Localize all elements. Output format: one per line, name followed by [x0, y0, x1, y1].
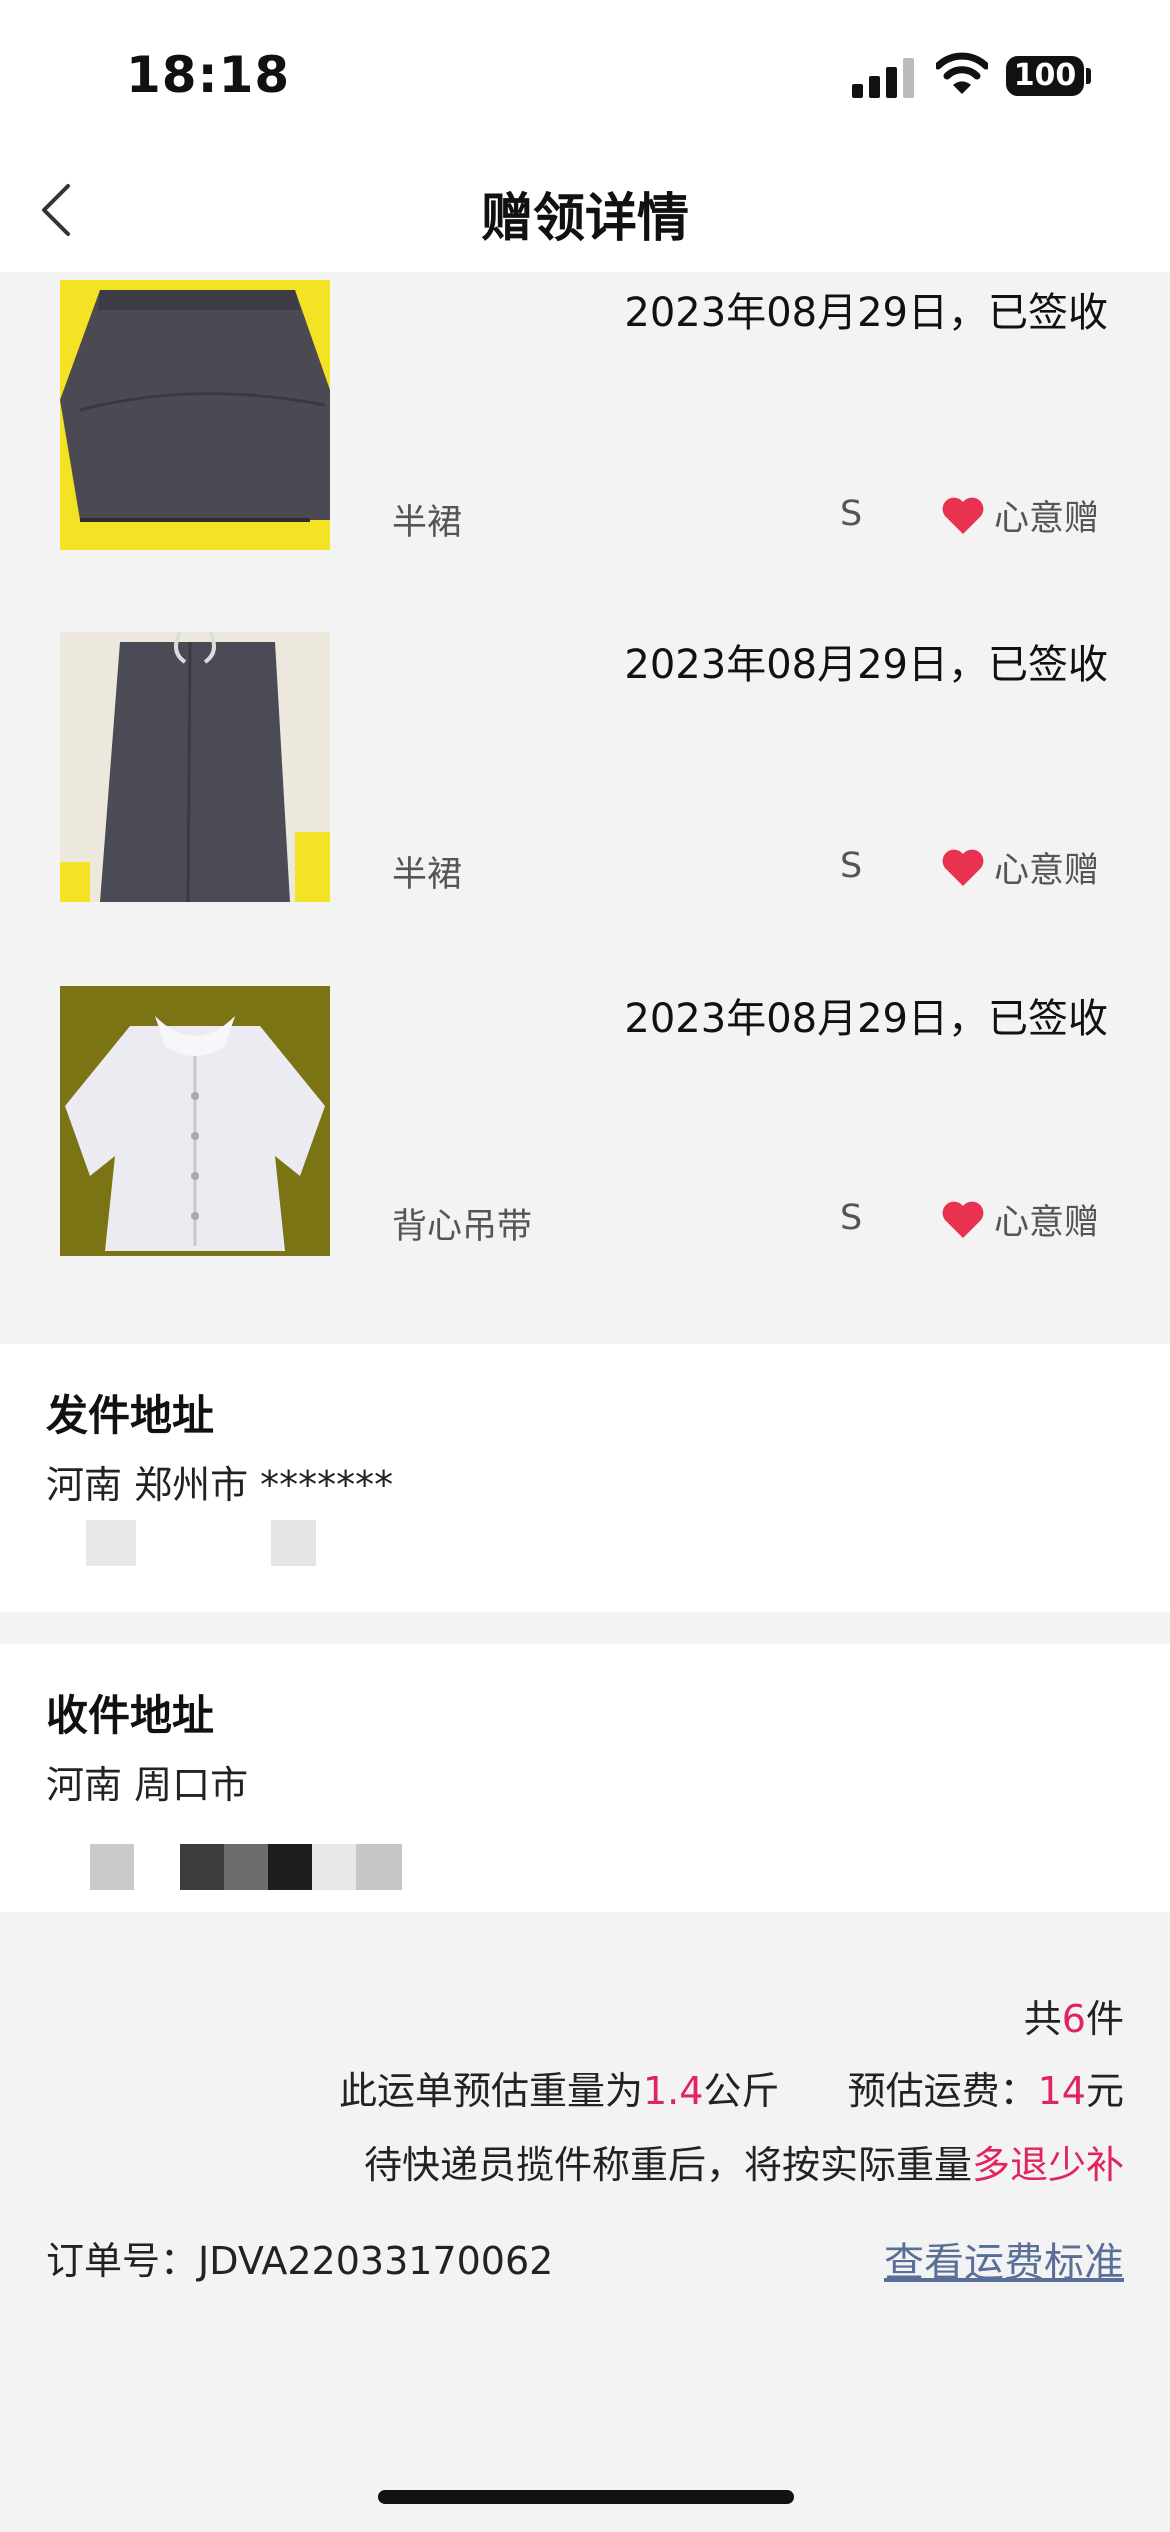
- battery-cap: [1086, 68, 1091, 84]
- receiver-address-line: 河南 周口市: [46, 1763, 249, 1807]
- sender-address-line: 河南 郑州市 *******: [46, 1463, 394, 1507]
- count-suffix: 件: [1085, 1997, 1124, 2041]
- item-tag-label: 心意赠: [994, 851, 1100, 891]
- receiver-address-card: 收件地址 河南 周口市: [0, 1644, 1170, 1912]
- item-category: 背心吊带: [392, 1207, 533, 1247]
- order-number-value: JDVA22033170062: [198, 2239, 554, 2283]
- note-prefix: 待快递员揽件称重后，将按实际重量: [363, 2143, 972, 2187]
- nav-bar: 赠领详情: [0, 150, 1170, 272]
- heart-icon: [942, 849, 984, 886]
- count-value: 6: [1061, 1997, 1086, 2041]
- status-time: 18:18: [126, 46, 291, 104]
- redacted-text: [46, 1520, 386, 1566]
- view-fee-standard-link[interactable]: 查看运费标准: [884, 2230, 1124, 2288]
- heart-icon: [942, 497, 984, 534]
- page-title: 赠领详情: [480, 189, 689, 249]
- item-tag-label: 心意赠: [994, 1203, 1100, 1243]
- weight-fee-line: 此运单预估重量为1.4公斤 预估运费：14元: [339, 2060, 1124, 2115]
- heart-icon: [942, 1201, 984, 1238]
- battery-icon: 100: [1006, 56, 1084, 96]
- item-tag: 心意赠: [940, 490, 1099, 541]
- item-size: S: [840, 494, 863, 534]
- item-status-date: 2023年08月29日，已签收: [624, 290, 1108, 336]
- wifi-icon: [936, 52, 988, 94]
- redacted-text: [46, 1844, 406, 1890]
- product-image: [60, 986, 330, 1256]
- item-category: 半裙: [392, 503, 463, 543]
- cellular-signal-icon: [852, 58, 916, 98]
- count-prefix: 共: [1023, 1997, 1062, 2041]
- item-size: S: [840, 1198, 863, 1238]
- item-size: S: [840, 846, 863, 886]
- item-tag: 心意赠: [940, 842, 1099, 893]
- item-category: 半裙: [392, 855, 463, 895]
- weight-note: 待快递员揽件称重后，将按实际重量多退少补: [364, 2134, 1124, 2189]
- fee-prefix: 预估运费：: [847, 2069, 1038, 2113]
- order-number: 订单号：JDVA22033170062: [46, 2230, 553, 2285]
- fee-unit: 元: [1085, 2069, 1124, 2113]
- home-indicator: [378, 2490, 794, 2504]
- item-tag: 心意赠: [940, 1194, 1099, 1245]
- order-label: 订单号：: [46, 2239, 199, 2283]
- weight-prefix: 此运单预估重量为: [338, 2069, 643, 2113]
- fee-value: 14: [1037, 2069, 1086, 2113]
- item-status-date: 2023年08月29日，已签收: [624, 996, 1108, 1042]
- item-status-date: 2023年08月29日，已签收: [624, 642, 1108, 688]
- list-item[interactable]: 2023年08月29日，已签收 半裙 S 心意赠: [0, 272, 1170, 602]
- note-highlight: 多退少补: [971, 2143, 1124, 2187]
- product-image: [60, 632, 330, 902]
- product-image: [60, 280, 330, 550]
- list-item[interactable]: 2023年08月29日，已签收 背心吊带 S 心意赠: [0, 952, 1170, 1342]
- weight-value: 1.4: [642, 2069, 704, 2113]
- status-bar: 18:18 100: [0, 0, 1170, 150]
- weight-unit: 公斤: [703, 2069, 780, 2113]
- item-count: 共6件: [1024, 1988, 1124, 2043]
- item-tag-label: 心意赠: [994, 499, 1100, 539]
- sender-address-card: 发件地址 河南 郑州市 *******: [0, 1344, 1170, 1612]
- sender-address-title: 发件地址: [46, 1391, 215, 1440]
- list-item[interactable]: 2023年08月29日，已签收 半裙 S 心意赠: [0, 600, 1170, 954]
- receiver-address-title: 收件地址: [46, 1691, 215, 1740]
